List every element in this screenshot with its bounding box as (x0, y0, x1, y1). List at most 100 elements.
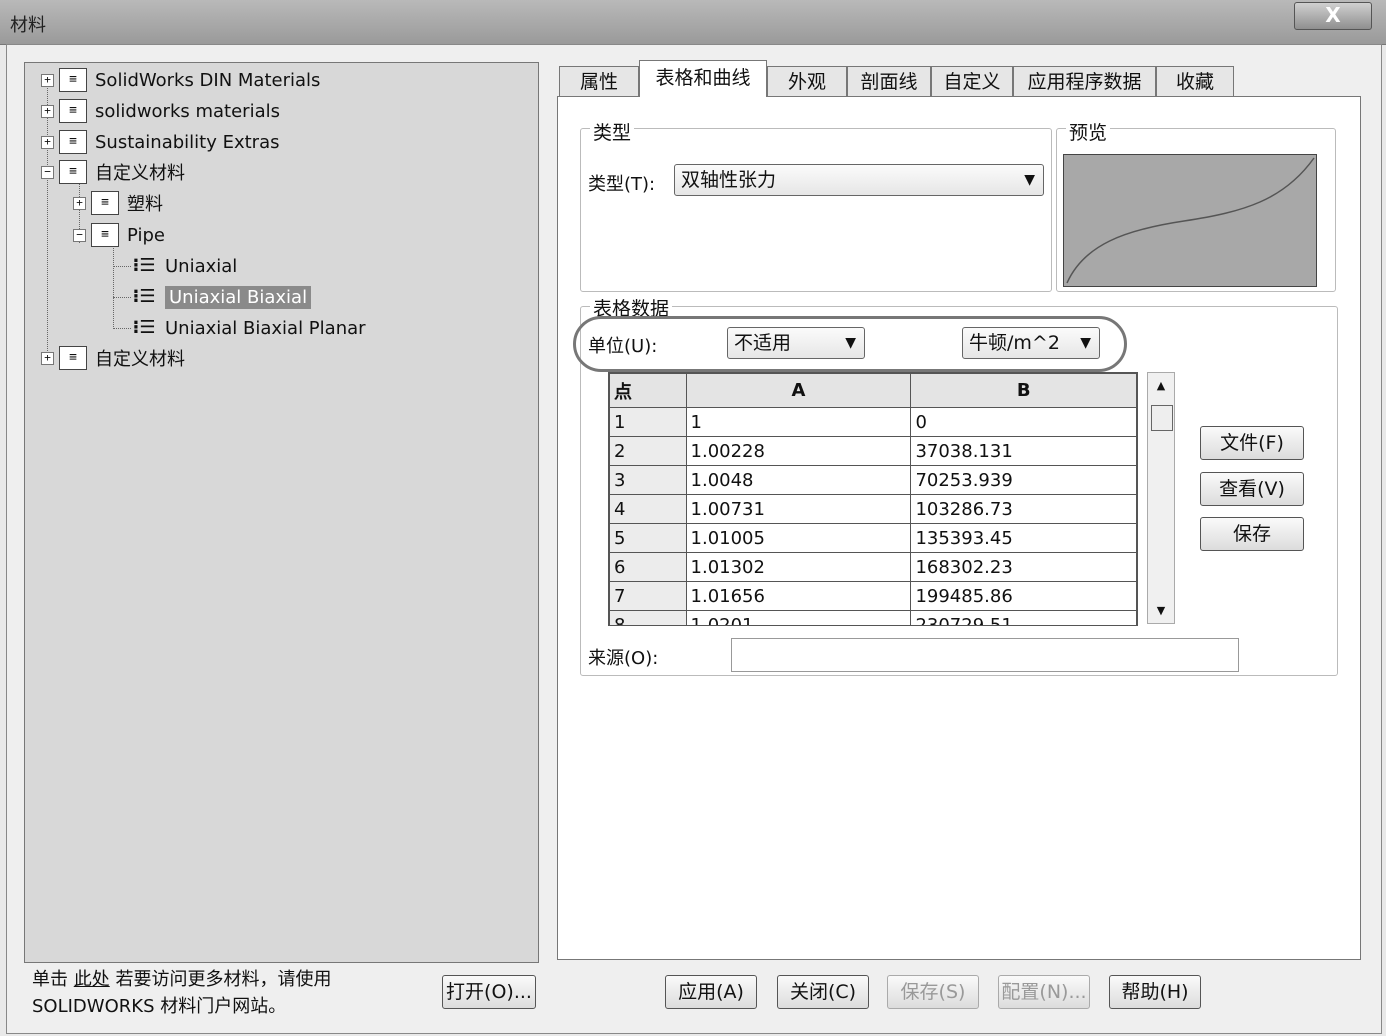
tree-item-uniaxial[interactable]: ⁝☰ Uniaxial (131, 252, 238, 280)
table-cell[interactable]: 1.0048 (685, 465, 912, 495)
tree-item-sustainability[interactable]: + ≡ Sustainability Extras (41, 128, 280, 156)
expand-icon[interactable]: + (41, 73, 54, 87)
save-table-button[interactable]: 保存 (1200, 517, 1304, 551)
scroll-down-icon[interactable]: ▼ (1148, 604, 1174, 617)
table-cell[interactable]: 103286.73 (910, 494, 1137, 524)
table-cell[interactable]: 0 (910, 407, 1137, 437)
portal-note: 单击 此处 若要访问更多材料，请使用 SOLIDWORKS 材料门户网站。 (32, 966, 331, 1020)
tree-item-label: 自定义材料 (95, 349, 185, 370)
table-cell: 5 (609, 523, 687, 553)
open-button[interactable]: 打开(O)... (442, 975, 536, 1009)
portal-link[interactable]: 此处 (74, 969, 110, 990)
table-row[interactable]: 110 (609, 407, 1137, 437)
tree-item-label: Pipe (127, 224, 165, 246)
collapse-icon[interactable]: − (41, 165, 54, 179)
material-library-icon: ≡ (59, 130, 87, 154)
data-table[interactable]: 点 A B 110 2 1.00228 37038.131 3 1.0048 70253… (608, 372, 1138, 626)
table-cell[interactable]: 1.00228 (685, 436, 912, 466)
collapse-icon[interactable]: − (73, 228, 86, 242)
tree-item-solidworks-din[interactable]: + ≡ SolidWorks DIN Materials (41, 66, 320, 94)
apply-button[interactable]: 应用(A) (665, 975, 757, 1009)
config-button[interactable]: 配置(N)... (998, 975, 1090, 1009)
portal-note-rest: 若要访问更多材料，请使用 (115, 969, 332, 990)
table-cell[interactable]: 1 (685, 407, 912, 437)
tab-tables-curves[interactable]: 表格和曲线 (639, 60, 767, 97)
unit-dropdown-1[interactable]: 不适用 ▼ (727, 327, 865, 359)
table-cell[interactable]: 70253.939 (910, 465, 1137, 495)
table-header-row: 点 A B (609, 373, 1137, 408)
unit-dropdown-2[interactable]: 牛顿/m^2 ▼ (962, 327, 1100, 359)
type-dropdown[interactable]: 双轴性张力 ▼ (674, 164, 1044, 196)
curve-material-icon: ⁝☰ (132, 286, 156, 307)
table-cell[interactable]: 1.0201 (685, 610, 912, 625)
table-cell[interactable]: 37038.131 (910, 436, 1137, 466)
expand-icon[interactable]: + (41, 104, 54, 118)
material-library-icon: ≡ (59, 99, 87, 123)
file-button[interactable]: 文件(F) (1200, 426, 1304, 460)
dropdown-arrow-icon: ▼ (1024, 172, 1035, 188)
expand-icon[interactable]: + (73, 196, 86, 210)
table-cell[interactable]: 168302.23 (910, 552, 1137, 582)
tab-favorites[interactable]: 收藏 (1156, 66, 1234, 96)
table-cell[interactable]: 199485.86 (910, 581, 1137, 611)
table-row[interactable]: 8 1.0201 230729.51 (609, 610, 1137, 625)
portal-note-prefix: 单击 (32, 969, 68, 990)
tree-item-uniaxial-biaxial-planar[interactable]: ⁝☰ Uniaxial Biaxial Planar (131, 314, 366, 342)
tree-item-label-selected: Uniaxial Biaxial (165, 285, 312, 309)
tree-item-label: 塑料 (127, 194, 163, 215)
material-tree[interactable]: + ≡ SolidWorks DIN Materials + ≡ solidwo… (24, 62, 539, 963)
unit-dropdown-2-value: 牛顿/m^2 (969, 332, 1060, 354)
close-window-button[interactable]: X (1294, 2, 1372, 30)
material-category-icon: ≡ (91, 223, 119, 247)
preview-group-title: 预览 (1066, 118, 1111, 145)
table-row[interactable]: 4 1.00731 103286.73 (609, 494, 1137, 524)
tree-item-pipe[interactable]: − ≡ Pipe (73, 221, 165, 249)
expand-icon[interactable]: + (41, 135, 54, 149)
material-library-icon: ≡ (59, 160, 87, 184)
preview-curve-graphic (1066, 157, 1315, 284)
table-cell[interactable]: 1.01302 (685, 552, 912, 582)
table-scrollbar[interactable]: ▲ ▼ (1147, 372, 1175, 624)
close-button[interactable]: 关闭(C) (777, 975, 869, 1009)
tab-appearance[interactable]: 外观 (767, 66, 847, 96)
tab-custom[interactable]: 自定义 (931, 66, 1013, 96)
tree-item-uniaxial-biaxial[interactable]: ⁝☰ Uniaxial Biaxial (131, 283, 312, 311)
table-cell: 2 (609, 436, 687, 466)
tree-item-custom-materials[interactable]: − ≡ 自定义材料 (41, 158, 185, 186)
source-input[interactable] (731, 638, 1239, 672)
table-row[interactable]: 2 1.00228 37038.131 (609, 436, 1137, 466)
table-row[interactable]: 5 1.01005 135393.45 (609, 523, 1137, 553)
curve-material-icon: ⁝☰ (132, 255, 156, 276)
tree-item-label: 自定义材料 (95, 163, 185, 184)
scroll-up-icon[interactable]: ▲ (1148, 379, 1174, 392)
table-cell: 6 (609, 552, 687, 582)
table-cell: 7 (609, 581, 687, 611)
portal-note-line2: SOLIDWORKS 材料门户网站。 (32, 996, 287, 1017)
tab-application-data[interactable]: 应用程序数据 (1013, 66, 1156, 96)
tab-properties[interactable]: 属性 (559, 66, 639, 96)
table-row[interactable]: 3 1.0048 70253.939 (609, 465, 1137, 495)
table-cell[interactable]: 230729.51 (910, 610, 1137, 625)
table-cell: 3 (609, 465, 687, 495)
tree-item-label: SolidWorks DIN Materials (95, 69, 321, 91)
type-label: 类型(T): (588, 174, 656, 195)
view-button[interactable]: 查看(V) (1200, 472, 1304, 506)
table-cell[interactable]: 1.00731 (685, 494, 912, 524)
table-row[interactable]: 7 1.01656 199485.86 (609, 581, 1137, 611)
tree-item-solidworks-materials[interactable]: + ≡ solidworks materials (41, 97, 280, 125)
dropdown-arrow-icon: ▼ (1080, 335, 1091, 351)
scroll-thumb[interactable] (1151, 405, 1173, 431)
table-row[interactable]: 6 1.01302 168302.23 (609, 552, 1137, 582)
column-header-b: B (910, 373, 1137, 408)
tab-crosshatch[interactable]: 剖面线 (847, 66, 931, 96)
table-cell[interactable]: 1.01656 (685, 581, 912, 611)
expand-icon[interactable]: + (41, 351, 54, 365)
tree-item-label: Uniaxial Biaxial Planar (165, 317, 366, 339)
tree-item-custom-materials-2[interactable]: + ≡ 自定义材料 (41, 344, 185, 372)
help-button[interactable]: 帮助(H) (1109, 975, 1201, 1009)
save-button[interactable]: 保存(S) (887, 975, 979, 1009)
table-cell[interactable]: 135393.45 (910, 523, 1137, 553)
table-cell[interactable]: 1.01005 (685, 523, 912, 553)
tree-item-plastic[interactable]: + ≡ 塑料 (73, 189, 163, 217)
tree-item-label: Sustainability Extras (95, 131, 280, 153)
